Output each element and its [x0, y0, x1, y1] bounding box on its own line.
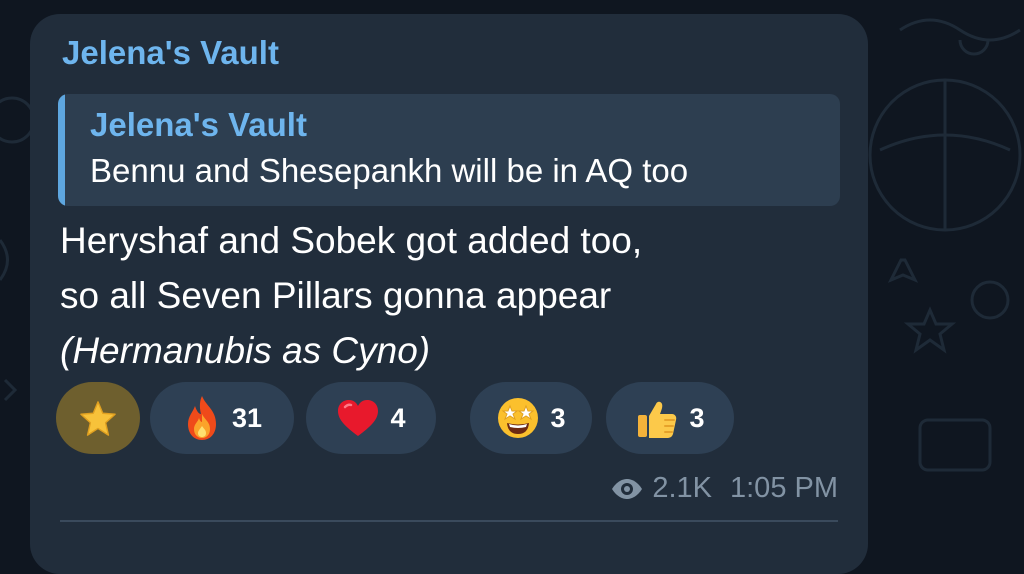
reaction-star-struck[interactable]: 3: [470, 382, 592, 454]
reaction-star-struck-count: 3: [550, 402, 566, 433]
sender-name[interactable]: Jelena's Vault: [62, 34, 279, 72]
message-meta: 2.1K 1:05 PM: [610, 472, 838, 505]
thumbs-up-icon: [638, 401, 677, 438]
reply-text: Bennu and Shesepankh will be in AQ too: [90, 152, 689, 189]
reaction-heart-count: 4: [390, 402, 406, 433]
reaction-thumbs-up[interactable]: 3: [606, 382, 734, 454]
reaction-fire[interactable]: 31: [150, 382, 294, 454]
message-text-line-1: Heryshaf and Sobek got added too,: [60, 220, 643, 261]
message-time: 1:05 PM: [730, 472, 838, 504]
message-text-line-3: (Hermanubis as Cyno): [60, 330, 431, 371]
heart-icon: [338, 400, 379, 436]
reply-quote-bar: [58, 94, 65, 206]
view-count: 2.1K: [652, 472, 712, 504]
star-struck-icon: [498, 398, 539, 438]
message-bubble[interactable]: Jelena's Vault Jelena's Vault Bennu and …: [30, 14, 868, 574]
reaction-heart[interactable]: 4: [306, 382, 436, 454]
eye-icon: [612, 478, 643, 499]
divider: [60, 520, 838, 522]
fire-icon: [187, 396, 216, 440]
message-text-line-2: so all Seven Pillars gonna appear: [60, 275, 612, 316]
reply-author: Jelena's Vault: [90, 106, 307, 143]
star-icon: [80, 401, 116, 436]
reaction-star[interactable]: [56, 382, 140, 454]
reaction-fire-count: 31: [231, 402, 263, 433]
reaction-thumbs-up-count: 3: [689, 402, 705, 433]
reply-quote[interactable]: Jelena's Vault Bennu and Shesepankh will…: [58, 94, 840, 206]
